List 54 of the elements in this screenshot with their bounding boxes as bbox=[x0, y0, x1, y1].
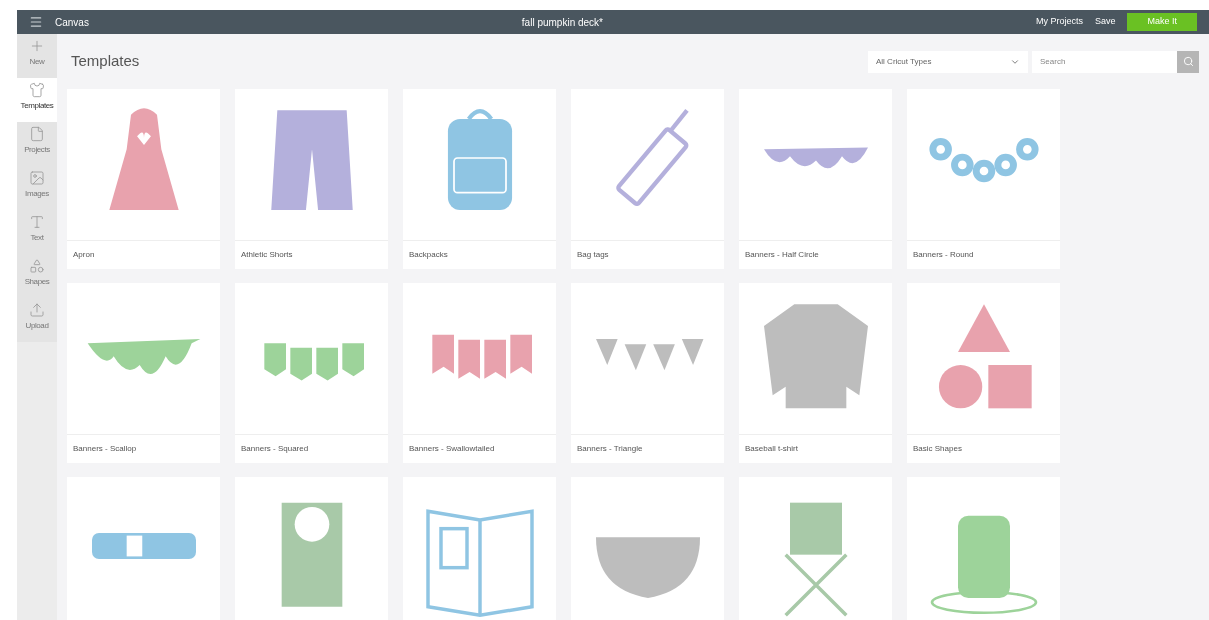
template-label: Banners - Half Circle bbox=[744, 249, 820, 261]
search-button[interactable] bbox=[1177, 50, 1199, 73]
template-card[interactable]: Bag tags bbox=[571, 89, 724, 269]
menu-button[interactable]: Canvas bbox=[29, 14, 89, 30]
template-card[interactable]: Baseball t-shirt bbox=[739, 283, 892, 463]
file-icon bbox=[29, 126, 45, 142]
template-card[interactable]: Athletic Shorts bbox=[235, 89, 388, 269]
top-bar-link[interactable]: My Projects bbox=[1035, 15, 1083, 29]
template-card[interactable] bbox=[739, 477, 892, 620]
template-label: Banners - Scallop bbox=[72, 443, 138, 455]
template-card[interactable]: Banners - Squared bbox=[235, 283, 388, 463]
template-card[interactable]: Banners - Half Circle bbox=[739, 89, 892, 269]
template-label: Banners - Swallowtailed bbox=[408, 443, 496, 455]
type-dropdown[interactable]: All Cricut Types bbox=[868, 50, 1028, 73]
template-card[interactable] bbox=[571, 477, 724, 620]
template-label: Bag tags bbox=[576, 249, 610, 261]
shapes-icon bbox=[29, 258, 45, 274]
template-card[interactable]: Banners - Scallop bbox=[67, 283, 220, 463]
template-label: Athletic Shorts bbox=[240, 249, 294, 261]
search-icon bbox=[1182, 56, 1194, 67]
template-label: Baseball t-shirt bbox=[744, 443, 799, 455]
plus-icon bbox=[29, 38, 45, 54]
template-label: Basic Shapes bbox=[912, 443, 963, 455]
template-label: Banners - Round bbox=[912, 249, 975, 261]
template-label: Backpacks bbox=[408, 249, 449, 261]
sidebar-item[interactable]: Templates bbox=[17, 78, 57, 122]
top-bar-link[interactable]: Save bbox=[1094, 15, 1116, 29]
template-card[interactable]: Backpacks bbox=[403, 89, 556, 269]
text-icon bbox=[29, 214, 45, 230]
sidebar-item[interactable]: Shapes bbox=[17, 254, 57, 298]
template-card[interactable]: Banners - Round bbox=[907, 89, 1060, 269]
template-card[interactable]: Banners - Triangle bbox=[571, 283, 724, 463]
template-card[interactable] bbox=[67, 477, 220, 620]
upload-icon bbox=[29, 302, 45, 318]
template-card[interactable]: Apron bbox=[67, 89, 220, 269]
template-card[interactable] bbox=[403, 477, 556, 620]
template-card[interactable] bbox=[907, 477, 1060, 620]
template-label: Apron bbox=[72, 249, 96, 261]
menu-icon bbox=[29, 15, 43, 29]
sidebar-item[interactable]: Text bbox=[17, 210, 57, 254]
search-field[interactable]: Search bbox=[1032, 50, 1177, 73]
sidebar-item[interactable]: Upload bbox=[17, 298, 57, 342]
shirt-icon bbox=[29, 82, 45, 98]
sidebar-item[interactable]: Images bbox=[17, 166, 57, 210]
template-label: Banners - Squared bbox=[240, 443, 310, 455]
template-card[interactable] bbox=[235, 477, 388, 620]
sidebar-item[interactable]: New bbox=[17, 34, 57, 78]
page-title: Templates bbox=[71, 51, 140, 72]
project-title: fall pumpkin deck* bbox=[521, 15, 603, 30]
sidebar-item[interactable]: Projects bbox=[17, 122, 57, 166]
template-card[interactable]: Banners - Swallowtailed bbox=[403, 283, 556, 463]
template-label: Banners - Triangle bbox=[576, 443, 644, 455]
image-icon bbox=[29, 170, 45, 186]
template-card[interactable]: Basic Shapes bbox=[907, 283, 1060, 463]
